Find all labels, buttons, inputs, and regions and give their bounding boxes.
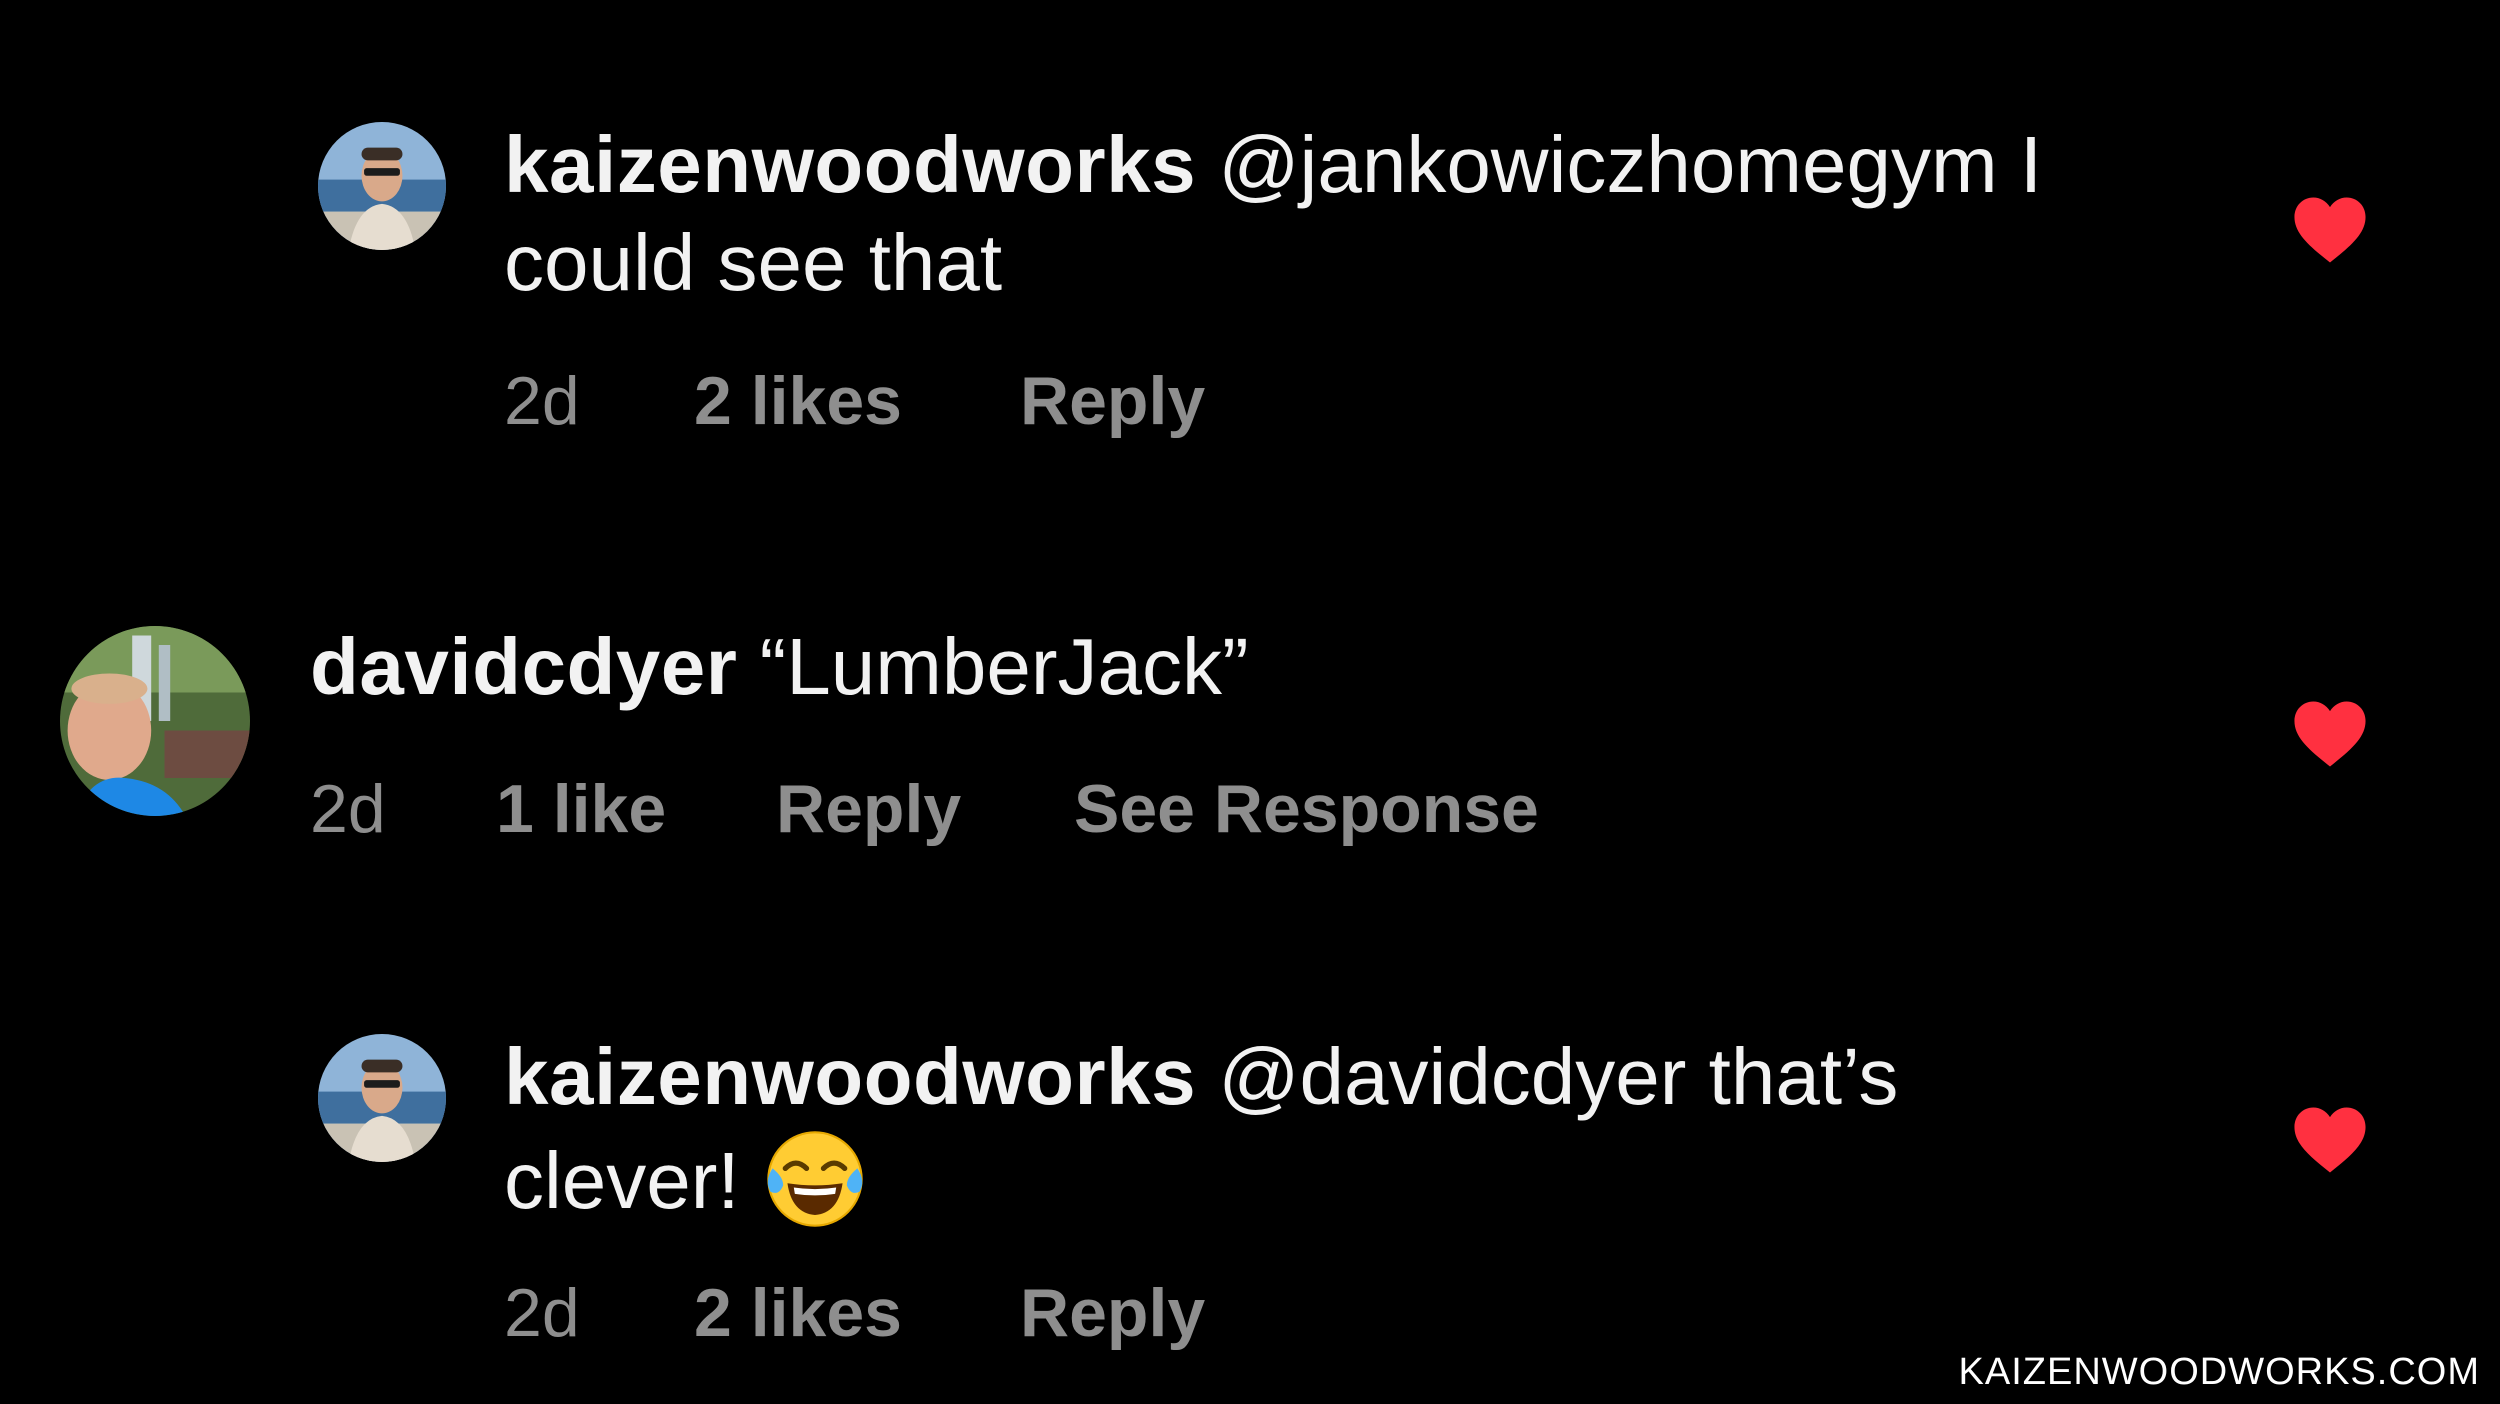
comment-body-line1: @davidcdyer that’s: [1218, 1032, 1899, 1121]
comment-body-line1: “LumberJack”: [759, 622, 1249, 711]
avatar[interactable]: [60, 626, 250, 816]
reply-button[interactable]: Reply: [776, 770, 961, 848]
avatar-kaizenwoodworks-image: [318, 1034, 446, 1162]
comment-text: davidcdyer “LumberJack”: [310, 618, 1249, 716]
like-button[interactable]: [2292, 700, 2368, 768]
comment-timestamp: 2d: [310, 771, 386, 847]
comment-timestamp: 2d: [504, 363, 580, 439]
likes-count-link[interactable]: 2 likes: [694, 1274, 902, 1352]
comment-text: kaizenwoodworks @davidcdyer that’s cleve…: [504, 1028, 1898, 1232]
comment-meta: 2d 2 likes Reply: [504, 362, 1304, 442]
like-button[interactable]: [2292, 1106, 2368, 1174]
avatar[interactable]: [318, 122, 446, 250]
reply-button[interactable]: Reply: [1020, 1274, 1205, 1352]
face-with-tears-of-joy-icon: [762, 1126, 868, 1232]
avatar-kaizenwoodworks-image: [318, 122, 446, 250]
comment-body-line2: could see that: [504, 218, 1003, 307]
comment-body-line2: clever!: [504, 1136, 740, 1225]
likes-count-link[interactable]: 2 likes: [694, 362, 902, 440]
comment-text: kaizenwoodworks @jankowiczhomegym I coul…: [504, 116, 2042, 312]
comment-meta: 2d 1 like Reply See Response: [310, 770, 1610, 850]
avatar[interactable]: [318, 1034, 446, 1162]
avatar-davidcdyer-image: [60, 626, 250, 816]
heart-filled-icon: [2294, 197, 2366, 263]
heart-filled-icon: [2294, 1107, 2366, 1173]
comment-timestamp: 2d: [504, 1275, 580, 1351]
comment-username[interactable]: kaizenwoodworks: [504, 1032, 1196, 1121]
heart-filled-icon: [2294, 701, 2366, 767]
comment-body-line1: @jankowiczhomegym I: [1218, 120, 2043, 209]
likes-count-link[interactable]: 1 like: [496, 770, 666, 848]
like-button[interactable]: [2292, 196, 2368, 264]
see-response-button[interactable]: See Response: [1074, 770, 1539, 848]
comment-username[interactable]: kaizenwoodworks: [504, 120, 1196, 209]
reply-button[interactable]: Reply: [1020, 362, 1205, 440]
watermark-text: KAIZENWOODWORKS.COM: [1958, 1351, 2480, 1393]
comment-username[interactable]: davidcdyer: [310, 622, 737, 711]
comment-meta: 2d 2 likes Reply: [504, 1274, 1304, 1354]
